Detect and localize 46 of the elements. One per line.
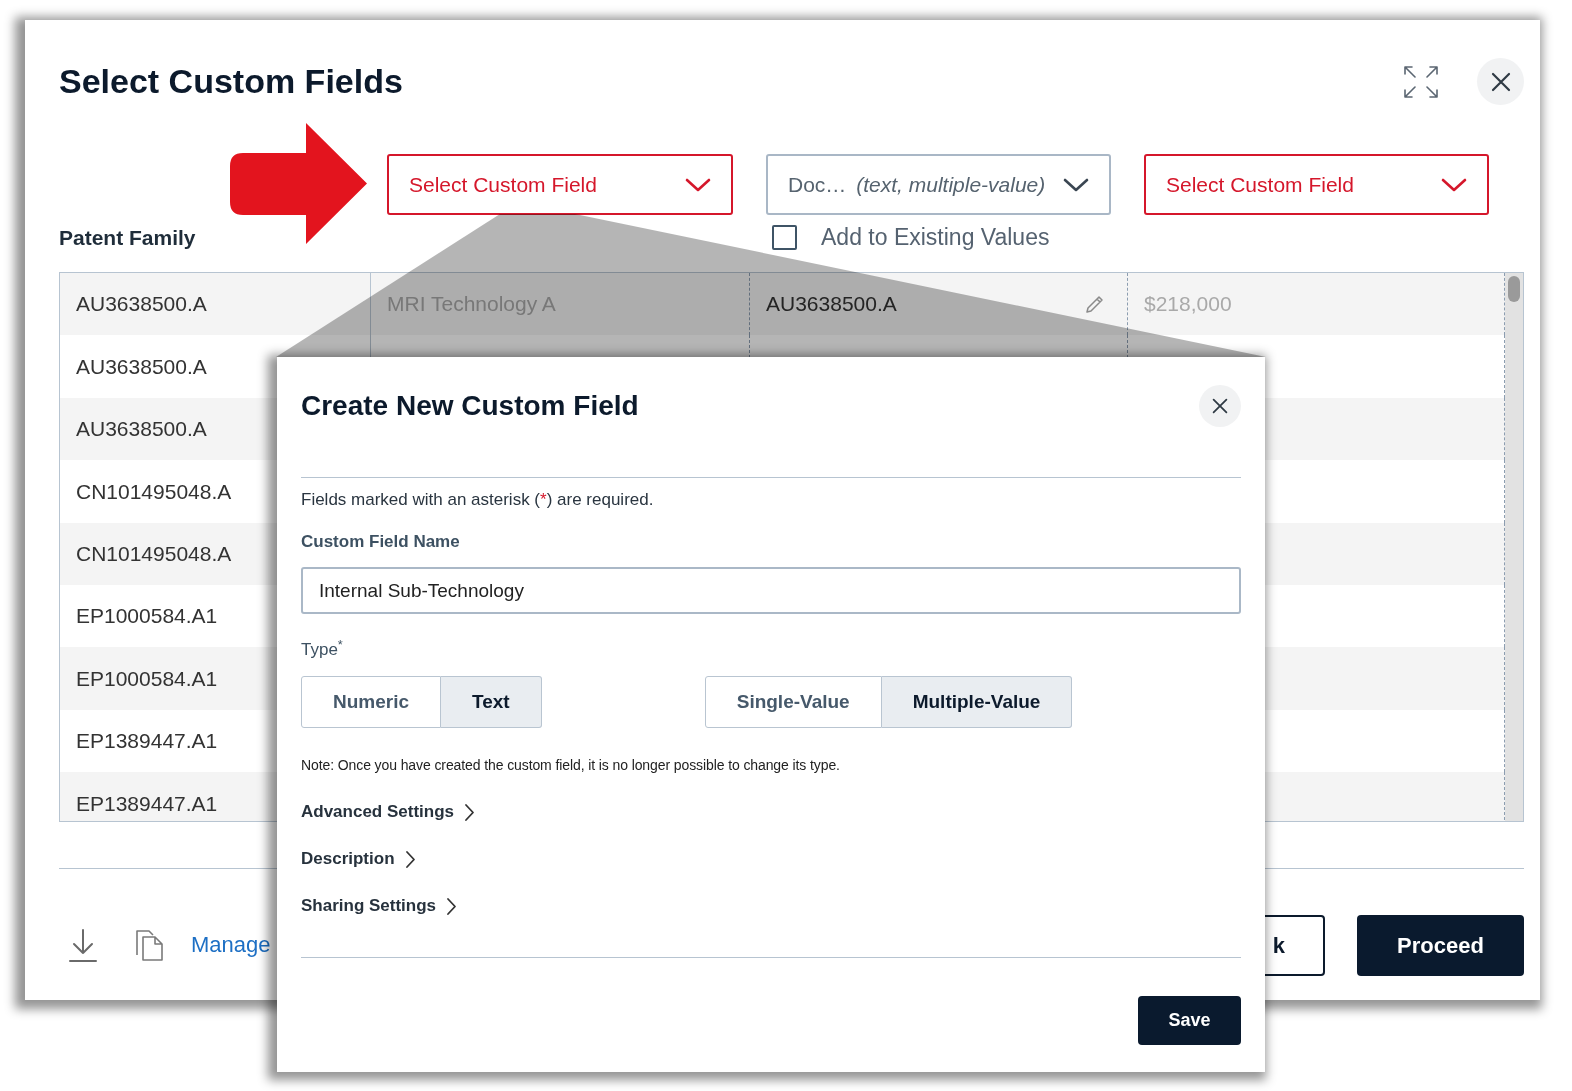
cell-value: $218,000 — [1144, 291, 1232, 318]
custom-field-dropdown[interactable]: Select Custom Field — [1144, 154, 1489, 215]
segment-button[interactable]: Single-Value — [704, 676, 882, 729]
cell-value: AU3638500.A — [76, 416, 207, 443]
copy-icon[interactable] — [135, 929, 164, 962]
cell-value: EP1000584.A1 — [76, 603, 218, 630]
chevron-down-icon — [685, 177, 711, 192]
chevron-down-icon — [1063, 177, 1089, 192]
download-icon[interactable] — [68, 928, 98, 963]
close-icon — [1212, 398, 1228, 414]
cell-value: AU3638500.A — [766, 291, 897, 318]
custom-field-dropdown[interactable]: Select Custom Field — [387, 154, 733, 215]
name-input[interactable]: Internal Sub-Technology — [301, 567, 1241, 615]
field-label: Custom Field Name — [301, 531, 461, 553]
section-toggle[interactable]: Description — [301, 847, 416, 872]
segment-button[interactable]: Text — [441, 676, 542, 729]
cell-value: CN101495048.A — [76, 541, 232, 567]
close-icon — [1490, 71, 1511, 92]
cell-value: EP1389447.A1 — [76, 790, 218, 817]
required-note: Fields marked with an asterisk (*) are required. — [301, 489, 655, 511]
checkbox[interactable] — [772, 225, 797, 251]
cell-value: AU3638500.A — [76, 291, 207, 318]
scrollbar-thumb[interactable] — [1508, 276, 1520, 302]
close-button[interactable] — [1199, 385, 1241, 427]
section-toggle[interactable]: Advanced Settings — [301, 800, 476, 825]
save-button[interactable]: Save — [1138, 996, 1241, 1045]
cell-value: EP1389447.A1 — [76, 728, 218, 755]
cell-value: EP1000584.A1 — [76, 665, 218, 692]
section-toggle[interactable]: Sharing Settings — [301, 894, 458, 919]
cell-value: AU3638500.A — [76, 353, 207, 380]
manage-link[interactable]: Manage — [191, 932, 271, 959]
expand-icon[interactable] — [1403, 65, 1439, 98]
segment-button[interactable]: Numeric — [301, 676, 442, 729]
modal-title: Create New Custom Field — [301, 389, 639, 423]
cell-value: CN101495048.A — [76, 478, 232, 505]
custom-field-dropdown[interactable]: Doc… (text, multiple-value) — [766, 154, 1111, 215]
column-header: Patent Family — [59, 225, 196, 251]
chevron-down-icon — [1441, 177, 1467, 192]
segment-button[interactable]: Multiple-Value — [881, 676, 1073, 729]
dialog-title: Select Custom Fields — [59, 61, 403, 102]
close-button[interactable] — [1477, 58, 1524, 105]
type-label: Type$^{*}$ — [301, 639, 344, 662]
pencil-icon[interactable] — [1085, 294, 1105, 315]
checkbox-label[interactable]: Add to Existing Values — [821, 224, 1050, 252]
note-text: Note: Once you have created the custom field, it is no longer possible to change its type. — [301, 756, 841, 776]
proceed-button[interactable]: Proceed — [1357, 915, 1524, 976]
